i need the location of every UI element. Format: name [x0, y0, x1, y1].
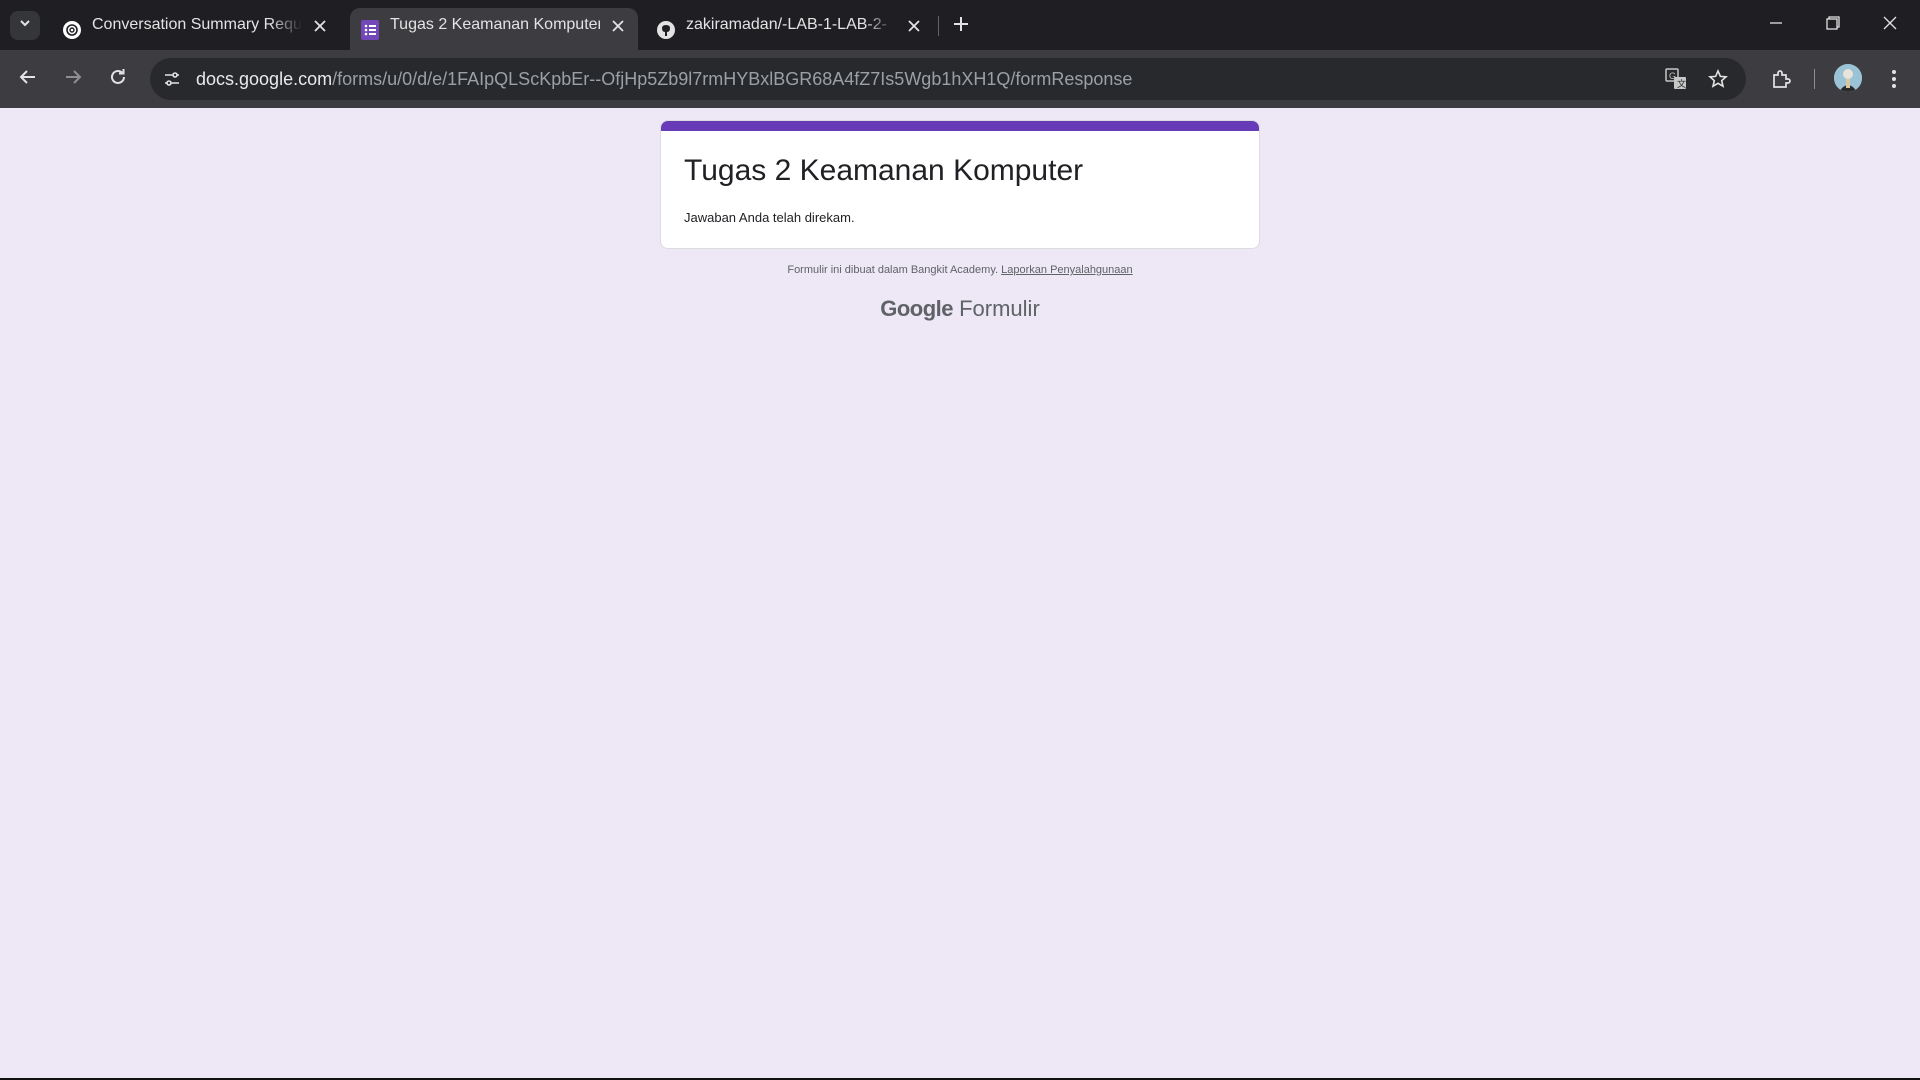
browser-toolbar: docs.google.com/forms/u/0/d/e/1FAIpQLScK…: [0, 50, 1920, 108]
forward-button[interactable]: [58, 64, 88, 94]
tab-conversation-summary[interactable]: Conversation Summary Request: [52, 8, 342, 50]
tab-tugas-2[interactable]: Tugas 2 Keamanan Komputer: [350, 8, 638, 50]
footer-note: Formulir ini dibuat dalam Bangkit Academ…: [660, 264, 1260, 276]
google-forms-logo[interactable]: Google Formulir: [660, 296, 1260, 322]
openai-icon: [62, 20, 82, 40]
address-bar[interactable]: docs.google.com/forms/u/0/d/e/1FAIpQLScK…: [150, 58, 1746, 100]
form-page: Tugas 2 Keamanan Komputer Jawaban Anda t…: [0, 108, 1920, 1078]
minimize-button[interactable]: [1762, 12, 1790, 38]
plus-icon: [953, 16, 969, 37]
url-text[interactable]: docs.google.com/forms/u/0/d/e/1FAIpQLScK…: [196, 58, 1132, 100]
more-vertical-icon[interactable]: [1880, 65, 1908, 93]
minimize-icon: [1769, 16, 1783, 35]
tab-title: zakiramadan/-LAB-1-LAB-2-: [686, 16, 887, 33]
site-info-icon[interactable]: [160, 67, 184, 91]
profile-avatar[interactable]: [1834, 64, 1862, 92]
svg-text:文: 文: [1677, 78, 1686, 89]
tab-title: Conversation Summary Request: [92, 16, 302, 33]
restore-icon: [1826, 15, 1840, 35]
reload-icon: [109, 68, 127, 91]
extensions-icon[interactable]: [1767, 65, 1795, 93]
arrow-right-icon: [64, 68, 82, 91]
google-forms-icon: [360, 20, 380, 40]
report-abuse-link[interactable]: Laporkan Penyalahgunaan: [1001, 264, 1133, 276]
form-title: Tugas 2 Keamanan Komputer: [684, 154, 1084, 187]
reload-button[interactable]: [103, 64, 133, 94]
tab-title: Tugas 2 Keamanan Komputer: [390, 16, 600, 33]
translate-icon[interactable]: G文: [1664, 67, 1688, 91]
close-icon[interactable]: [310, 16, 330, 36]
brand-product: Formulir: [959, 296, 1040, 321]
close-icon[interactable]: [904, 16, 924, 36]
tab-strip: Conversation Summary Request Tugas 2 Kea…: [0, 0, 1920, 50]
star-icon[interactable]: [1706, 67, 1730, 91]
new-tab-button[interactable]: [948, 13, 974, 39]
tab-github-repo[interactable]: zakiramadan/-LAB-1-LAB-2-: [646, 8, 934, 50]
response-card: Tugas 2 Keamanan Komputer Jawaban Anda t…: [660, 120, 1260, 249]
close-icon: [1883, 16, 1897, 35]
arrow-left-icon: [19, 68, 37, 91]
url-path: /forms/u/0/d/e/1FAIpQLScKpbEr--OfjHp5Zb9…: [332, 69, 1133, 89]
tab-separator: [938, 16, 939, 36]
url-host: docs.google.com: [196, 69, 333, 89]
confirmation-message: Jawaban Anda telah direkam.: [684, 210, 855, 225]
github-icon: [656, 20, 676, 40]
close-window-button[interactable]: [1876, 12, 1904, 38]
restore-button[interactable]: [1819, 12, 1847, 38]
brand-google: Google: [880, 296, 953, 321]
toolbar-separator: [1814, 69, 1815, 89]
theme-accent-bar: [661, 121, 1259, 131]
close-icon[interactable]: [608, 16, 628, 36]
footer-note-text: Formulir ini dibuat dalam Bangkit Academ…: [787, 264, 999, 276]
back-button[interactable]: [13, 64, 43, 94]
chevron-down-icon: [18, 16, 32, 35]
tab-search-button[interactable]: [10, 11, 40, 40]
